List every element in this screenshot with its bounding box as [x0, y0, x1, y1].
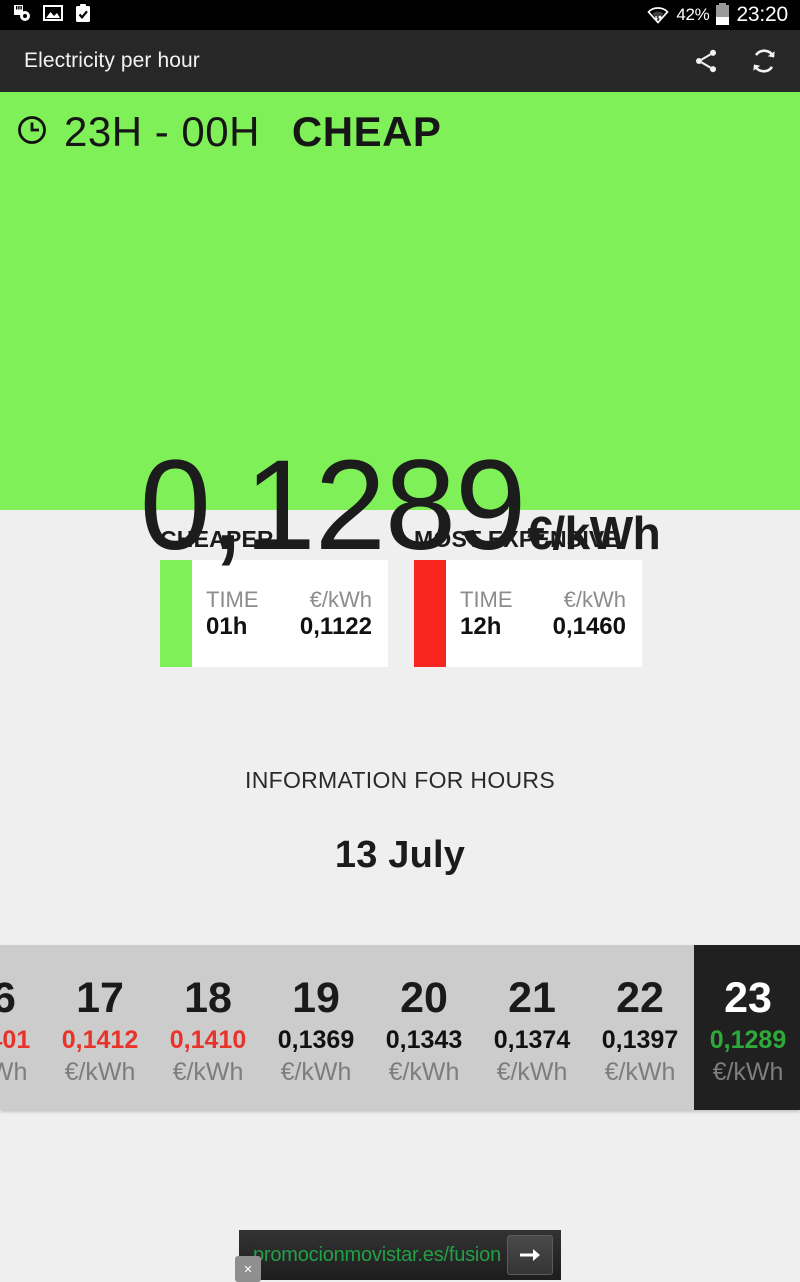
app-toolbar: Electricity per hour — [0, 30, 800, 92]
hour-number: 16 — [0, 973, 16, 1022]
ad-banner[interactable]: promocionmovistar.es/fusion × — [235, 1230, 561, 1282]
ad-url-label[interactable]: promocionmovistar.es/fusion — [247, 1244, 507, 1267]
hour-unit: €/kWh — [604, 1058, 676, 1087]
hero-price-value: 0,1289 — [139, 434, 526, 577]
hour-cell-23[interactable]: 23 0,1289 €/kWh — [694, 945, 800, 1110]
hero-hour-range: 23H - 00H — [64, 108, 260, 155]
ad-close-button[interactable]: × — [235, 1256, 261, 1282]
hour-price: 0,1343 — [385, 1025, 463, 1054]
hour-cell-22[interactable]: 22 0,1397 €/kWh — [586, 945, 694, 1110]
most-expensive-price-header: €/kWh — [563, 586, 626, 612]
hour-unit: €/kWh — [280, 1058, 352, 1087]
hour-cell-20[interactable]: 20 0,1343 €/kWh — [370, 945, 478, 1110]
hour-price: 0,1410 — [169, 1025, 247, 1054]
most-expensive-card-values: 12h 0,1460 — [460, 613, 626, 641]
hour-price: 0,1289 — [709, 1025, 787, 1054]
hour-number: 21 — [508, 973, 556, 1022]
most-expensive-price-value: 0,1460 — [552, 612, 626, 640]
hour-number: 22 — [616, 973, 664, 1022]
most-expensive-time-header: TIME — [460, 586, 513, 612]
hour-unit: €/kWh — [172, 1058, 244, 1087]
hero-price-category: CHEAP — [291, 108, 442, 155]
wifi-icon — [647, 2, 669, 29]
image-icon — [43, 4, 63, 27]
date-heading: 13 July — [334, 834, 466, 876]
hour-number: 23 — [724, 973, 772, 1022]
status-bar: 42% 23:20 — [0, 0, 800, 30]
clock-time-label: 23:20 — [736, 3, 788, 26]
hour-number: 19 — [292, 973, 340, 1022]
information-for-hours-heading: INFORMATION FOR HOURS — [245, 767, 555, 793]
app-title: Electricity per hour — [24, 49, 200, 72]
hour-unit: €/kWh — [496, 1058, 568, 1087]
hour-unit: €/kWh — [0, 1058, 28, 1087]
status-bar-right-icons: 42% 23:20 — [647, 2, 788, 29]
hour-number: 18 — [184, 973, 232, 1022]
status-bar-left-icons — [12, 3, 92, 28]
hero-header: 23H - 00H CHEAP — [0, 92, 800, 156]
hour-cell-19[interactable]: 19 0,1369 €/kWh — [262, 945, 370, 1110]
hour-price: 0,1401 — [0, 1025, 31, 1054]
battery-icon — [716, 3, 730, 25]
hour-price: 0,1374 — [493, 1025, 571, 1054]
cheaper-time-header: TIME — [206, 586, 259, 612]
hour-cell-21[interactable]: 21 0,1374 €/kWh — [478, 945, 586, 1110]
cheaper-price-value: 0,1122 — [299, 612, 372, 640]
hourly-price-strip[interactable]: 160,1401€/kWh170,1412€/kWh180,1410€/kWh1… — [0, 945, 800, 1110]
cheaper-price-header: €/kWh — [309, 586, 372, 612]
hour-unit: €/kWh — [64, 1058, 136, 1087]
hour-price: 0,1397 — [601, 1025, 679, 1054]
hour-cell-16[interactable]: 16 0,1401 €/kWh — [0, 945, 46, 1110]
hour-number: 17 — [76, 973, 124, 1022]
refresh-icon[interactable] — [748, 45, 780, 77]
most-expensive-time-value: 12h — [460, 612, 502, 640]
hour-unit: €/kWh — [388, 1058, 460, 1087]
cheaper-card-headers: TIME €/kWh — [206, 587, 372, 613]
toolbar-actions — [690, 45, 780, 77]
clock-icon — [16, 114, 48, 151]
current-price-hero: 23H - 00H CHEAP 0,1289 €/kWh — [0, 92, 800, 570]
cheaper-time-value: 01h — [206, 612, 248, 640]
hour-cell-18[interactable]: 18 0,1410 €/kWh — [154, 945, 262, 1110]
cheaper-card-values: 01h 0,1122 — [206, 613, 372, 641]
share-icon[interactable] — [690, 45, 722, 77]
hour-number: 20 — [400, 973, 448, 1022]
most-expensive-card-headers: TIME €/kWh — [460, 587, 626, 613]
hour-price: 0,1369 — [277, 1025, 355, 1054]
hero-price-row: 0,1289 €/kWh — [0, 442, 800, 570]
hour-unit: €/kWh — [712, 1058, 784, 1087]
clipboard-check-icon — [74, 3, 92, 28]
hero-price-unit: €/kWh — [527, 507, 661, 559]
hour-cell-17[interactable]: 17 0,1412 €/kWh — [46, 945, 154, 1110]
arrow-right-icon[interactable] — [507, 1235, 553, 1275]
battery-percent-label: 42% — [676, 5, 710, 24]
sd-card-settings-icon — [12, 3, 32, 28]
hour-price: 0,1412 — [61, 1025, 139, 1054]
